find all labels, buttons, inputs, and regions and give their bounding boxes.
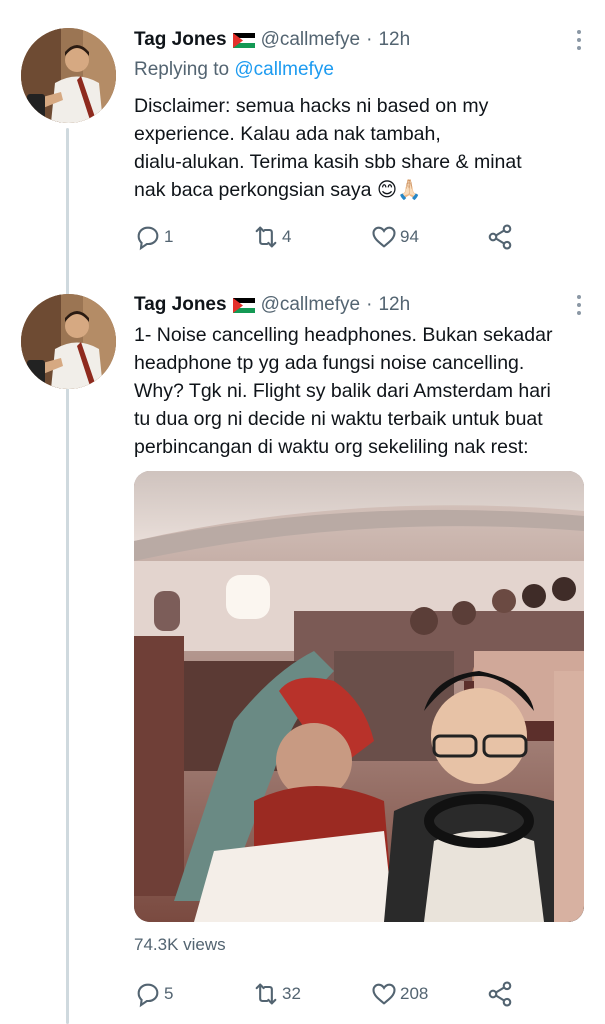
heart-icon (372, 983, 396, 1005)
tweet-video[interactable] (134, 471, 584, 922)
like-count: 94 (400, 227, 419, 246)
reply-count: 1 (164, 227, 174, 246)
tweet-reply[interactable]: Tag Jones @callmefye · 12h Replying to @… (0, 0, 605, 270)
separator-dot: · (366, 29, 373, 50)
tweet-text: Disclaimer: semua hacks ni based on my e… (134, 92, 584, 204)
retweet-icon (255, 226, 277, 248)
tweet-text-line: 1- Noise cancelling headphones. Bukan se… (134, 324, 553, 346)
tweet-text-line: Why? Tgk ni. Flight sy balik dari Amster… (134, 380, 551, 402)
tweet-text-line: dialu-alukan. Terima kasih sbb share & m… (134, 151, 522, 173)
tweet-time[interactable]: 12h (378, 29, 410, 51)
tweet-actions: 5 32 208 (134, 979, 534, 1009)
reply-icon (137, 226, 159, 251)
separator-dot: · (366, 294, 373, 315)
like-count: 208 (400, 984, 429, 1003)
tweet-text: 1- Noise cancelling headphones. Bukan se… (134, 321, 584, 461)
replying-to: Replying to @callmefye (134, 59, 334, 81)
retweet-count: 32 (282, 984, 301, 1003)
replying-to-label: Replying to (134, 59, 230, 80)
retweet-button[interactable]: 32 (252, 979, 301, 1009)
tweet-text-line: experience. Kalau ada nak tambah, (134, 123, 441, 145)
reply-button[interactable]: 5 (134, 979, 173, 1009)
tweet-actions: 1 4 94 (134, 222, 534, 252)
author-handle[interactable]: @callmefye (261, 29, 361, 51)
like-button[interactable]: 208 (370, 979, 428, 1009)
reply-count: 5 (164, 984, 174, 1003)
share-button[interactable] (486, 979, 514, 1009)
retweet-button[interactable]: 4 (252, 222, 291, 252)
author-handle[interactable]: @callmefye (261, 294, 361, 316)
tweet-header: Tag Jones @callmefye · 12h (134, 292, 585, 318)
like-button[interactable]: 94 (370, 222, 419, 252)
author-avatar[interactable] (21, 294, 116, 389)
retweet-icon (255, 983, 277, 1005)
reply-icon (137, 983, 159, 1008)
tweet-text-line: tu dua org ni decide ni waktu terbaik un… (134, 408, 543, 430)
tweet-header: Tag Jones @callmefye · 12h (134, 27, 585, 53)
reply-button[interactable]: 1 (134, 222, 173, 252)
author-avatar[interactable] (21, 28, 116, 123)
author-name[interactable]: Tag Jones (134, 294, 227, 316)
share-icon (488, 224, 512, 250)
tweet-text-line: headphone tp yg ada fungsi noise cancell… (134, 352, 525, 374)
share-button[interactable] (486, 222, 514, 252)
more-vertical-icon[interactable] (569, 292, 589, 318)
tweet-text-line: nak baca perkongsian saya 😊🙏🏻 (134, 179, 422, 201)
replying-to-handle[interactable]: @callmefye (234, 59, 334, 80)
heart-icon (372, 226, 396, 248)
share-icon (488, 981, 512, 1007)
more-vertical-icon[interactable] (569, 27, 589, 53)
author-name[interactable]: Tag Jones (134, 29, 227, 51)
palestine-flag-icon (232, 297, 255, 313)
view-count: 74.3K views (134, 935, 226, 954)
tweet-text-line: perbincangan di waktu org sekeliling nak… (134, 436, 529, 458)
tweet-time[interactable]: 12h (378, 294, 410, 316)
palestine-flag-icon (232, 32, 255, 48)
tweet-text-line: Disclaimer: semua hacks ni based on my (134, 95, 489, 117)
retweet-count: 4 (282, 227, 292, 246)
